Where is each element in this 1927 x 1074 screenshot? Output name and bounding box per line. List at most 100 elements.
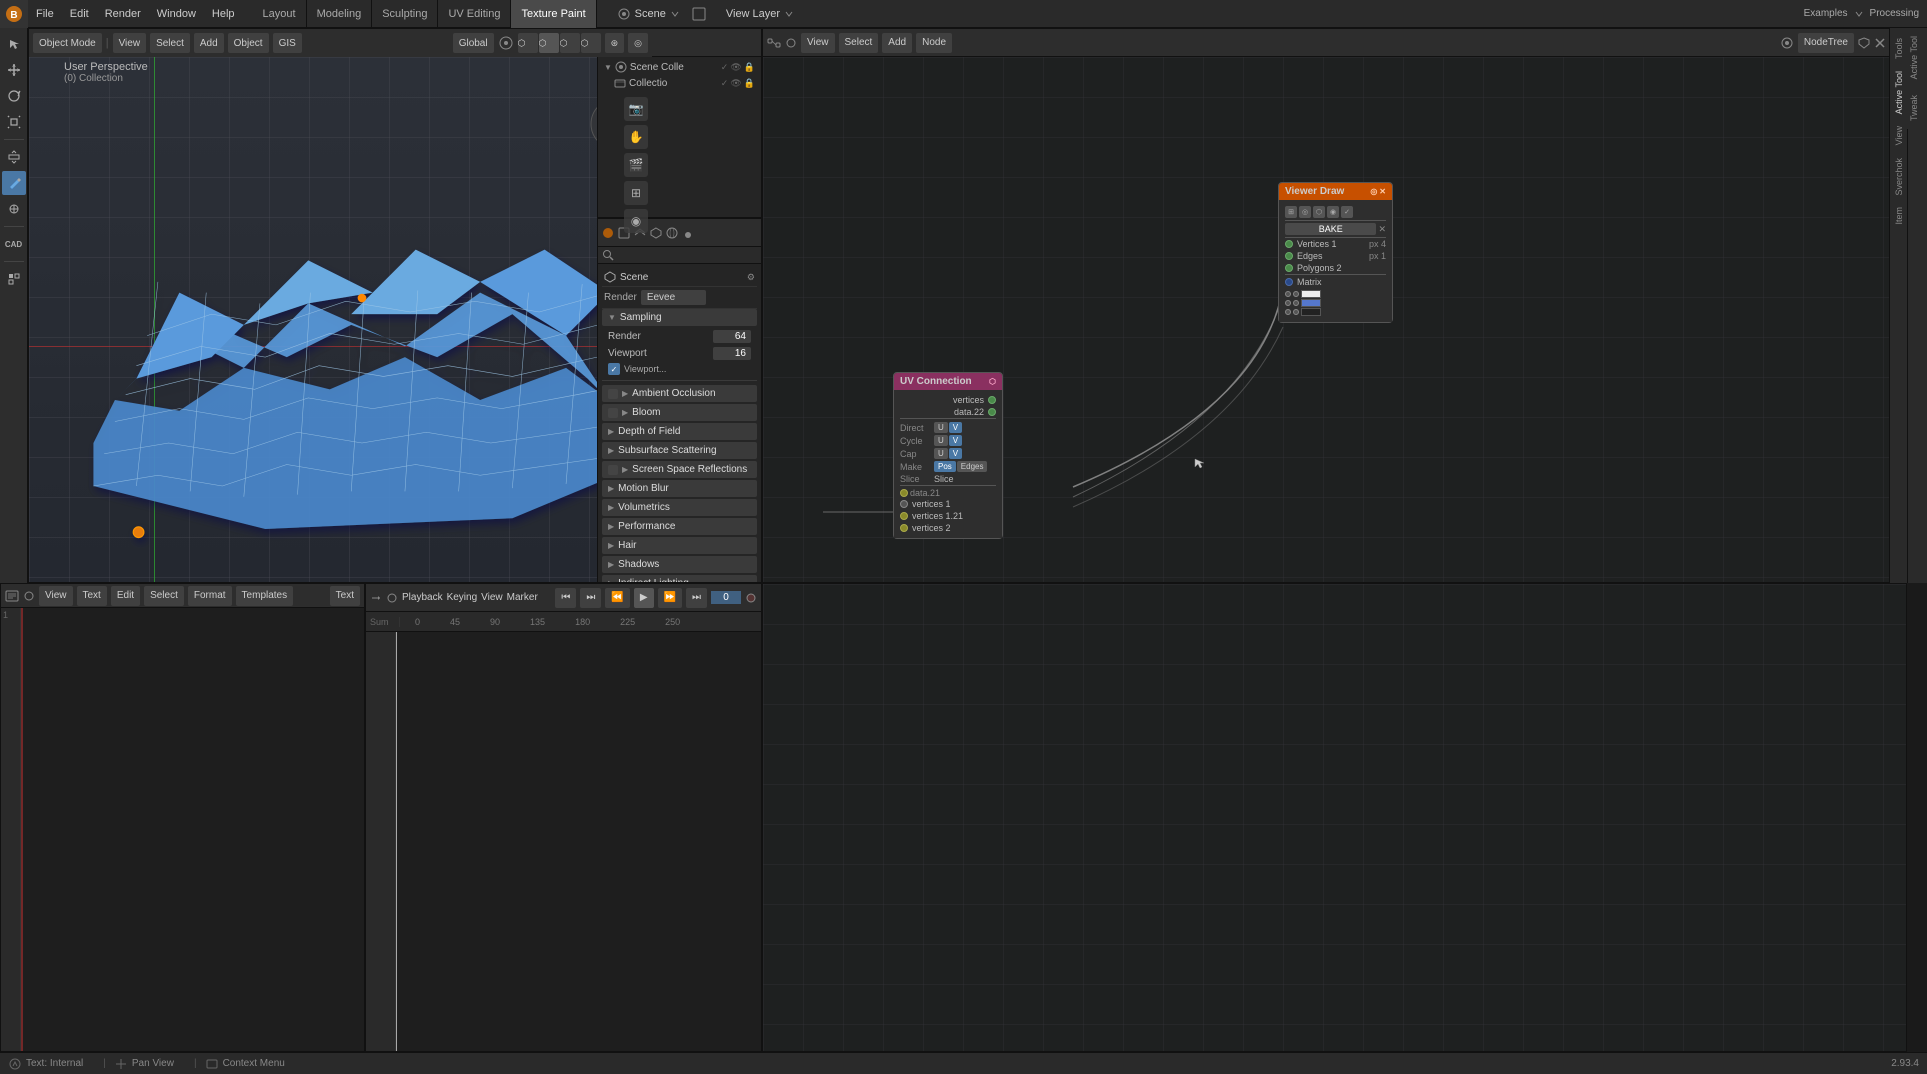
shading-solid-btn[interactable]: ⬡: [539, 33, 559, 53]
scene-collection-item[interactable]: ▼ Scene Colle ✓ 👁 🔒: [600, 59, 759, 75]
tool-draw[interactable]: [2, 171, 26, 195]
text-select-btn[interactable]: Select: [144, 586, 184, 606]
viewport-denoising-check[interactable]: ✓: [608, 363, 620, 375]
tab-uvediting[interactable]: UV Editing: [438, 0, 511, 28]
tab-texturepaint[interactable]: Texture Paint: [511, 0, 596, 28]
vd-icon4[interactable]: ◉: [1327, 206, 1339, 218]
text-text-btn[interactable]: Text: [77, 586, 107, 606]
uv-edges-btn[interactable]: Edges: [957, 461, 988, 472]
menu-window[interactable]: Window: [149, 0, 204, 28]
volumetrics-header[interactable]: ▶ Volumetrics: [602, 499, 757, 516]
tool-extra[interactable]: [2, 267, 26, 291]
uv-u-btn[interactable]: U: [934, 422, 948, 433]
text-edit-btn[interactable]: Edit: [111, 586, 140, 606]
uv-cycle-v[interactable]: V: [949, 435, 962, 446]
swatch-white[interactable]: [1301, 290, 1321, 298]
node-close-icon[interactable]: [1874, 37, 1886, 49]
prev-frame-btn[interactable]: ⏭: [580, 588, 601, 608]
viewport-canvas[interactable]: X Y Z 📷 ✋ 🎬 ⊞ ◉: [29, 57, 652, 582]
tools-tab[interactable]: Tools: [1893, 32, 1905, 65]
ssr-header[interactable]: ▶ Screen Space Reflections: [602, 461, 757, 478]
overlay-btn[interactable]: ⊛: [605, 33, 625, 53]
shading-material-btn[interactable]: ⬡: [560, 33, 580, 53]
nodetree-btn[interactable]: NodeTree: [1798, 33, 1854, 53]
text-format-btn[interactable]: Format: [188, 586, 232, 606]
bloom-toggle[interactable]: [608, 408, 618, 418]
play-rev-btn[interactable]: ⏪: [605, 588, 629, 608]
menu-render[interactable]: Render: [97, 0, 149, 28]
skip-start-btn[interactable]: ⏮: [555, 588, 576, 608]
performance-header[interactable]: ▶ Performance: [602, 518, 757, 535]
play-btn[interactable]: ▶: [634, 588, 654, 608]
shadows-header[interactable]: ▶ Shadows: [602, 556, 757, 573]
vd-icon5[interactable]: ✓: [1341, 206, 1353, 218]
uv-connection-node[interactable]: UV Connection ⬡ vertices data.22 Direct: [893, 372, 1003, 539]
uv-v-btn[interactable]: V: [949, 422, 962, 433]
text-content-area[interactable]: 1: [1, 608, 364, 1051]
motion-blur-header[interactable]: ▶ Motion Blur: [602, 480, 757, 497]
bake-close[interactable]: ✕: [1378, 224, 1386, 235]
viewport-select-btn[interactable]: Select: [150, 33, 190, 53]
frame-current-input[interactable]: [711, 591, 741, 604]
view-tab[interactable]: View: [1893, 120, 1905, 151]
dof-header[interactable]: ▶ Depth of Field: [602, 423, 757, 440]
viewport-add-btn[interactable]: Add: [194, 33, 224, 53]
viewport-gis-btn[interactable]: GIS: [273, 33, 302, 53]
menu-edit[interactable]: Edit: [62, 0, 97, 28]
ambient-occlusion-header[interactable]: ▶ Ambient Occlusion: [602, 385, 757, 402]
node-canvas[interactable]: Viewer Draw ◎ ✕ ⊞ ◎ ⬡ ◉ ✓ BAKE ✕: [763, 57, 1906, 582]
tool-annotate[interactable]: [2, 197, 26, 221]
overlay-icon[interactable]: ◉: [624, 209, 648, 233]
item-tab[interactable]: Item: [1893, 201, 1905, 231]
tool-cad[interactable]: CAD: [2, 232, 26, 256]
active-tool-tab[interactable]: Active Tool: [1893, 65, 1905, 120]
timeline-content[interactable]: [366, 632, 761, 1051]
indirect-lighting-header[interactable]: ▶ Indirect Lighting: [602, 575, 757, 583]
camera2-icon[interactable]: 🎬: [624, 153, 648, 177]
bloom-header[interactable]: ▶ Bloom: [602, 404, 757, 421]
uv-pos-btn[interactable]: Pos: [934, 461, 956, 472]
viewer-draw-node[interactable]: Viewer Draw ◎ ✕ ⊞ ◎ ⬡ ◉ ✓ BAKE ✕: [1278, 182, 1393, 323]
ssr-toggle[interactable]: [608, 465, 618, 475]
sss-header[interactable]: ▶ Subsurface Scattering: [602, 442, 757, 459]
render-samples-input[interactable]: [713, 330, 751, 343]
ao-toggle[interactable]: [608, 389, 618, 399]
timeline-record-icon[interactable]: [745, 592, 757, 604]
camera-icon[interactable]: 📷: [624, 97, 648, 121]
tool-move[interactable]: [2, 58, 26, 82]
render-engine-dropdown[interactable]: Eevee: [641, 290, 706, 305]
shading-render-btn[interactable]: ⬡: [581, 33, 601, 53]
tool-scale[interactable]: [2, 110, 26, 134]
uv-cap-u[interactable]: U: [934, 448, 948, 459]
gizmo-btn[interactable]: ◎: [628, 33, 648, 53]
swatch-blue[interactable]: [1301, 299, 1321, 307]
sverchok-tab[interactable]: Sverchok: [1893, 152, 1905, 202]
swatch-dark[interactable]: [1301, 308, 1321, 316]
vd-icon3[interactable]: ⬡: [1313, 206, 1325, 218]
tool-rotate[interactable]: [2, 84, 26, 108]
viewport-view-btn[interactable]: View: [113, 33, 147, 53]
grid-icon[interactable]: ⊞: [624, 181, 648, 205]
viewport-object-btn[interactable]: Object: [228, 33, 269, 53]
viewport-samples-input[interactable]: [713, 347, 751, 360]
active-tool-label[interactable]: Active Tool: [1907, 28, 1921, 87]
play-fwd-btn[interactable]: ⏩: [658, 588, 682, 608]
skip-end-btn[interactable]: ⏭: [686, 588, 707, 608]
node-node-btn[interactable]: Node: [916, 33, 952, 53]
node-select-btn[interactable]: Select: [839, 33, 879, 53]
tweak-label[interactable]: Tweak: [1907, 87, 1921, 129]
sampling-header[interactable]: ▼ Sampling: [602, 309, 757, 326]
tool-select[interactable]: [2, 32, 26, 56]
text-view-btn[interactable]: View: [39, 586, 73, 606]
hand-icon[interactable]: ✋: [624, 125, 648, 149]
uv-cap-v[interactable]: V: [949, 448, 962, 459]
tool-transform[interactable]: [2, 145, 26, 169]
hair-header[interactable]: ▶ Hair: [602, 537, 757, 554]
tab-modeling[interactable]: Modeling: [307, 0, 373, 28]
viewport-global-btn[interactable]: Global: [453, 33, 494, 53]
text-type-btn[interactable]: Text: [330, 586, 360, 606]
node-add-btn[interactable]: Add: [882, 33, 912, 53]
tab-sculpting[interactable]: Sculpting: [372, 0, 438, 28]
bake-btn[interactable]: BAKE: [1285, 223, 1376, 235]
node-view-btn[interactable]: View: [801, 33, 835, 53]
